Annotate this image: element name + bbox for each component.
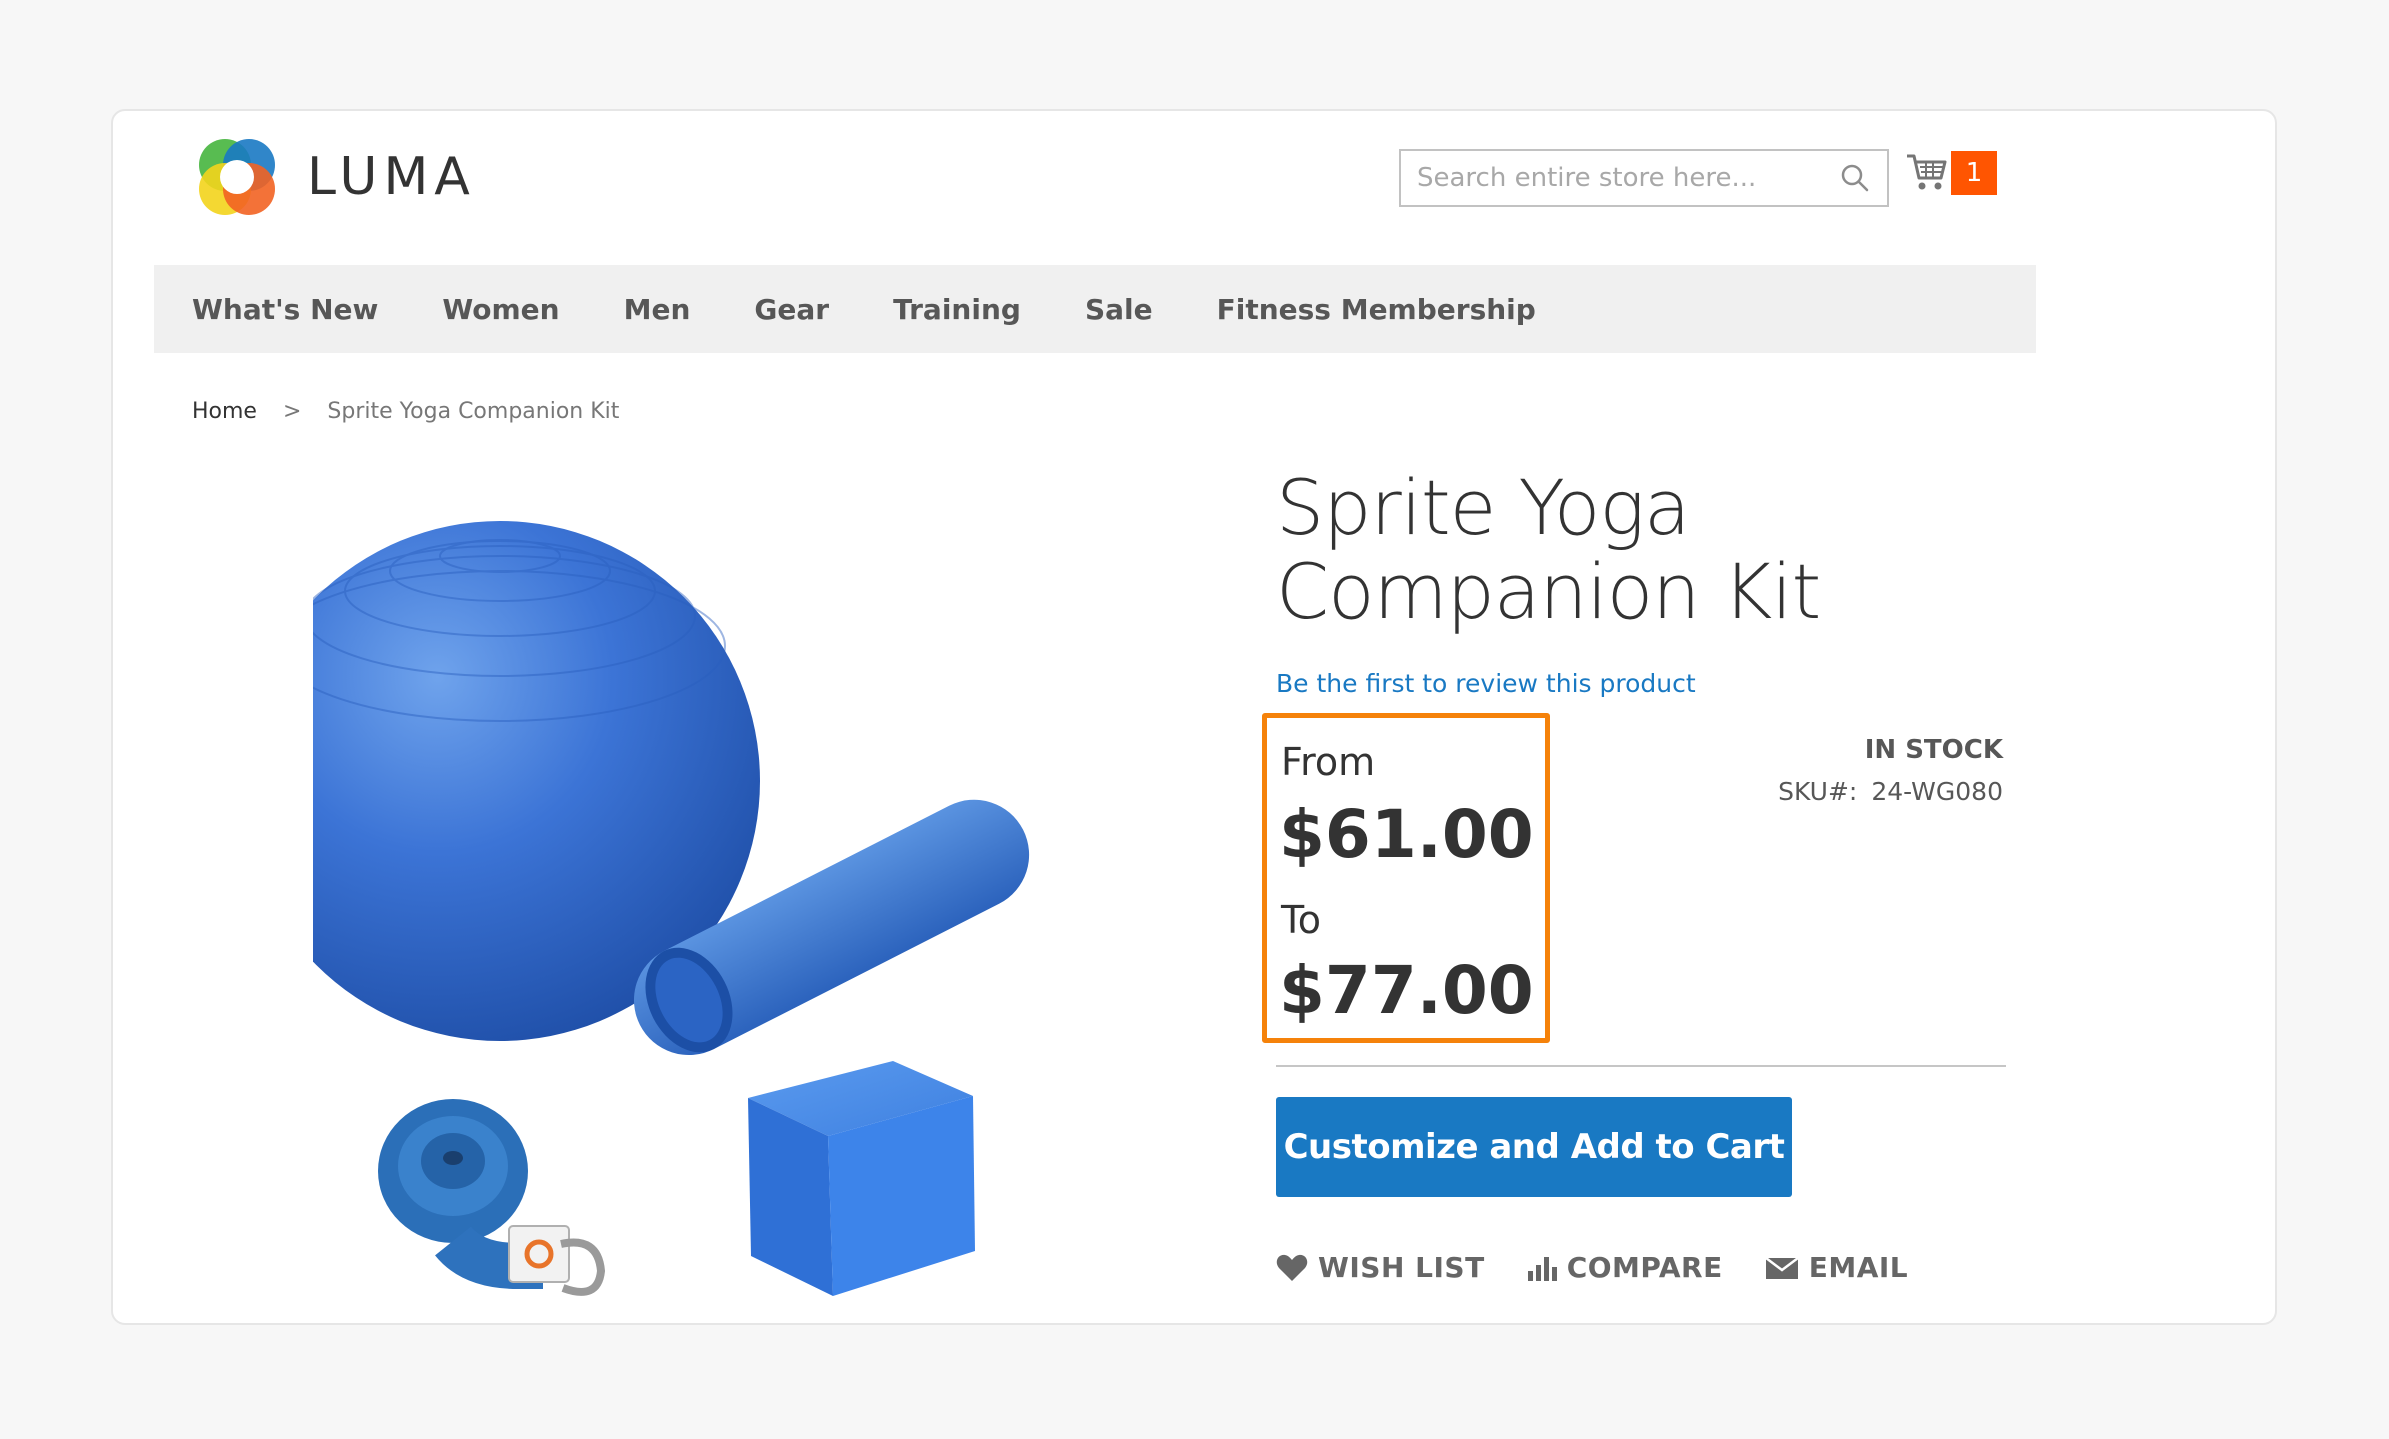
main-navigation: What's New Women Men Gear Training Sale …	[154, 265, 2036, 353]
page-container: LUMA 1 What's New Women Men Gear Trainin	[111, 109, 2277, 1325]
search-box	[1399, 149, 1889, 207]
divider	[1276, 1065, 2006, 1067]
search-input[interactable]	[1401, 151, 1833, 205]
nav-item-sale[interactable]: Sale	[1085, 293, 1153, 326]
heart-icon	[1276, 1254, 1308, 1281]
nav-item-training[interactable]: Training	[893, 293, 1021, 326]
nav-item-gear[interactable]: Gear	[754, 293, 829, 326]
compare-label: COMPARE	[1566, 1251, 1723, 1284]
breadcrumb-current: Sprite Yoga Companion Kit	[327, 399, 620, 424]
breadcrumb-separator: >	[282, 399, 302, 424]
compare-link[interactable]: COMPARE	[1527, 1251, 1723, 1284]
bar-chart-icon	[1527, 1256, 1557, 1281]
sku-label: SKU#:	[1778, 777, 1858, 806]
stock-status: IN STOCK	[1864, 735, 2003, 765]
product-image[interactable]	[240, 496, 1213, 1376]
logo-text: LUMA	[307, 147, 476, 207]
sku-value: 24-WG080	[1871, 777, 2003, 806]
customize-add-to-cart-button[interactable]: Customize and Add to Cart	[1276, 1097, 1792, 1197]
price-to-amount: $77.00	[1279, 952, 1534, 1029]
price-to-label: To	[1281, 898, 1322, 942]
wishlist-link[interactable]: WISH LIST	[1276, 1251, 1485, 1284]
search-icon[interactable]	[1833, 156, 1877, 200]
minicart[interactable]: 1	[1905, 151, 1997, 195]
product-social-links: WISH LIST COMPARE EMAIL	[1276, 1251, 1950, 1284]
sku: SKU#: 24-WG080	[1778, 777, 2003, 806]
email-label: EMAIL	[1808, 1251, 1909, 1284]
review-link[interactable]: Be the first to review this product	[1276, 669, 1696, 698]
price-from-label: From	[1281, 740, 1376, 784]
cart-count-badge: 1	[1951, 151, 1997, 195]
price-range-highlight: From $61.00 To $77.00	[1262, 713, 1550, 1043]
breadcrumb: Home > Sprite Yoga Companion Kit	[192, 399, 619, 424]
logo[interactable]: LUMA	[193, 133, 476, 221]
breadcrumb-home[interactable]: Home	[192, 399, 257, 424]
email-link[interactable]: EMAIL	[1764, 1251, 1909, 1284]
wishlist-label: WISH LIST	[1318, 1251, 1485, 1284]
nav-item-men[interactable]: Men	[624, 293, 691, 326]
nav-item-whats-new[interactable]: What's New	[192, 293, 378, 326]
price-from-amount: $61.00	[1279, 796, 1534, 873]
cart-icon	[1907, 154, 1947, 190]
nav-item-fitness-membership[interactable]: Fitness Membership	[1217, 293, 1536, 326]
luma-logo-icon	[199, 139, 275, 215]
product-title: Sprite Yoga Companion Kit	[1276, 463, 1821, 636]
nav-item-women[interactable]: Women	[442, 293, 559, 326]
envelope-icon	[1764, 1256, 1799, 1279]
